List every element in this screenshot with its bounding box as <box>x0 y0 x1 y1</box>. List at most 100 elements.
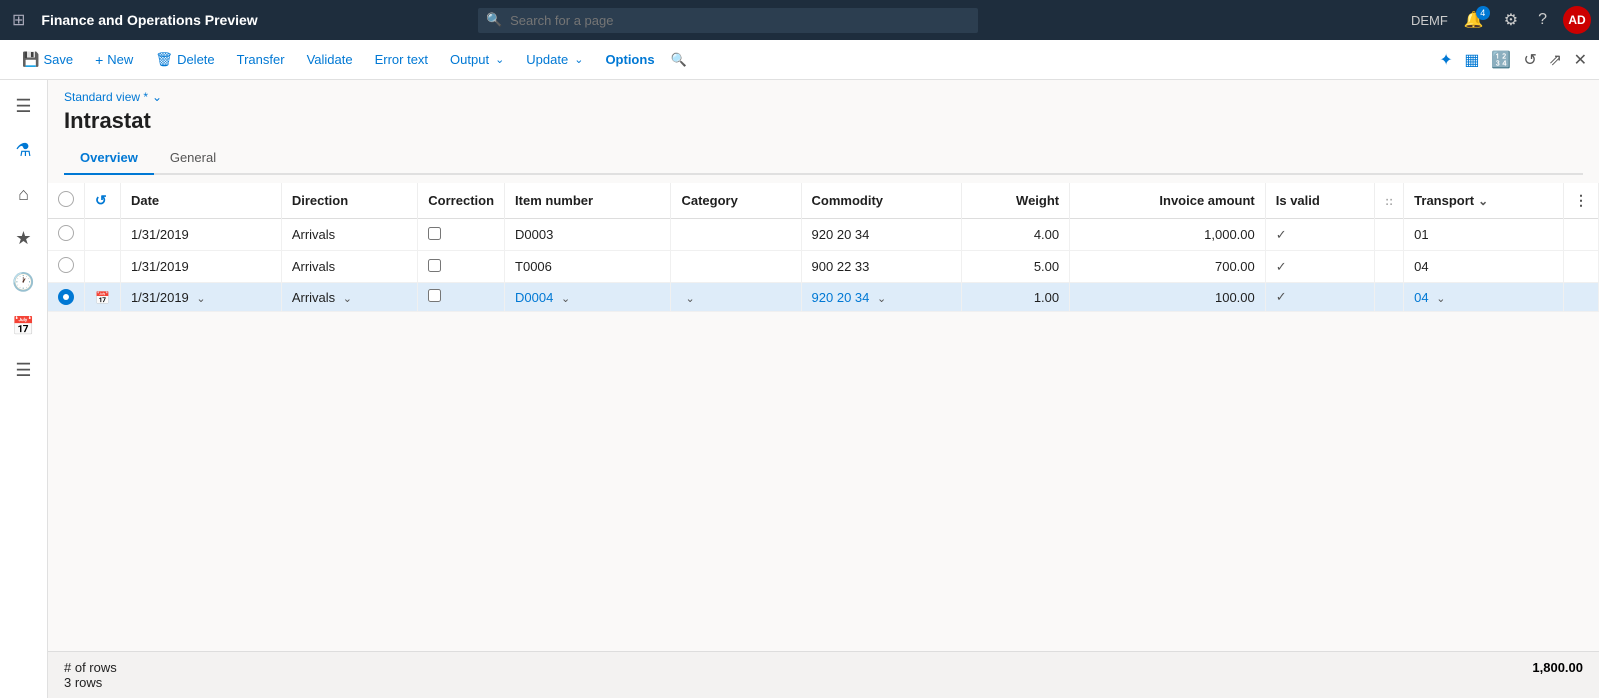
transport-sort-icon[interactable]: ⌄ <box>1478 194 1488 208</box>
col-item-number[interactable]: Item number <box>505 183 671 219</box>
row1-date: 1/31/2019 <box>120 219 281 251</box>
col-date[interactable]: Date <box>120 183 281 219</box>
row1-selector-cell[interactable] <box>48 219 85 251</box>
row3-direction-dropdown[interactable]: ⌄ <box>343 293 352 305</box>
tab-count-icon[interactable]: 🔢 <box>1491 52 1515 69</box>
col-item-number-resize[interactable] <box>666 183 670 218</box>
search-toolbar-icon[interactable]: 🔍 <box>671 52 687 68</box>
col-date-resize[interactable] <box>277 183 281 218</box>
row2-refresh-cell <box>85 251 121 283</box>
new-button[interactable]: + New <box>85 48 143 72</box>
row2-radio[interactable] <box>58 257 74 273</box>
row1-weight: 4.00 <box>962 219 1070 251</box>
row3-commodity-dropdown[interactable]: ⌄ <box>877 293 886 305</box>
col-transport[interactable]: Transport ⌄ <box>1404 183 1564 219</box>
col-invoice-resize[interactable] <box>1261 183 1265 218</box>
row2-transport-drag <box>1375 251 1404 283</box>
grid-view-icon[interactable]: ▦ <box>1464 52 1479 69</box>
col-weight-resize[interactable] <box>1065 183 1069 218</box>
row2-transport: 04 <box>1404 251 1564 283</box>
footer-total: 1,800.00 <box>1532 660 1583 675</box>
column-more-icon[interactable]: ⋮ <box>1574 192 1588 208</box>
row1-refresh-cell <box>85 219 121 251</box>
col-correction[interactable]: Correction <box>418 183 505 219</box>
row3-is-valid: ✓ <box>1265 283 1374 312</box>
col-is-valid-resize[interactable] <box>1370 183 1374 218</box>
validate-button[interactable]: Validate <box>297 48 363 71</box>
row3-radio[interactable] <box>58 289 74 305</box>
error-text-button[interactable]: Error text <box>365 48 438 71</box>
row3-date-dropdown[interactable]: ⌄ <box>196 293 205 305</box>
col-category[interactable]: Category <box>671 183 801 219</box>
col-is-valid[interactable]: Is valid <box>1265 183 1374 219</box>
row3-selector-cell[interactable] <box>48 283 85 312</box>
transport-drag-icon[interactable]: :: <box>1385 194 1393 208</box>
col-category-resize[interactable] <box>797 183 801 218</box>
view-selector[interactable]: Standard view * ⌄ <box>64 90 1583 104</box>
avatar[interactable]: AD <box>1563 6 1591 34</box>
col-direction-resize[interactable] <box>413 183 417 218</box>
delete-button[interactable]: 🗑 Delete <box>145 47 224 72</box>
table-area: ↺ Date Direction Correction <box>48 175 1599 651</box>
grid-menu-icon[interactable]: ⊞ <box>8 6 29 34</box>
options-button[interactable]: Options <box>595 48 664 71</box>
transfer-button[interactable]: Transfer <box>227 48 295 71</box>
output-button[interactable]: Output <box>440 48 514 71</box>
tab-general[interactable]: General <box>154 142 232 175</box>
table-row: 1/31/2019 Arrivals D0003 920 20 34 4.00 … <box>48 219 1599 251</box>
home-icon[interactable]: ⌂ <box>6 176 42 212</box>
tab-overview[interactable]: Overview <box>64 142 154 175</box>
menu-icon[interactable]: ☰ <box>6 352 42 388</box>
col-commodity-resize[interactable] <box>957 183 961 218</box>
col-correction-resize[interactable] <box>500 183 504 218</box>
settings-icon[interactable]: ⚙ <box>1500 8 1522 32</box>
row3-direction[interactable]: Arrivals ⌄ <box>281 283 417 312</box>
row3-category-dropdown[interactable]: ⌄ <box>685 293 694 305</box>
row2-commodity: 900 22 33 <box>801 251 962 283</box>
favorites-icon[interactable]: ★ <box>6 220 42 256</box>
help-icon[interactable]: ? <box>1534 9 1551 31</box>
app-title: Finance and Operations Preview <box>41 12 257 28</box>
row3-category[interactable]: ⌄ <box>671 283 801 312</box>
recent-icon[interactable]: 🕐 <box>6 264 42 300</box>
col-commodity[interactable]: Commodity <box>801 183 962 219</box>
col-transport-resize[interactable] <box>1559 183 1563 218</box>
row3-transport-dropdown[interactable]: ⌄ <box>1436 293 1445 305</box>
row1-correction-checkbox[interactable] <box>428 227 441 240</box>
refresh-column-icon[interactable]: ↺ <box>95 192 107 208</box>
row1-correction[interactable] <box>418 219 505 251</box>
close-icon[interactable]: ✕ <box>1574 52 1587 69</box>
personalize-icon[interactable]: ✦ <box>1439 52 1452 69</box>
table-header-row: ↺ Date Direction Correction <box>48 183 1599 219</box>
open-external-icon[interactable]: ⇗ <box>1549 52 1562 69</box>
view-selector-chevron: ⌄ <box>152 90 162 104</box>
row3-correction[interactable] <box>418 283 505 312</box>
col-invoice-amount[interactable]: Invoice amount <box>1070 183 1266 219</box>
refresh-page-icon[interactable]: ↺ <box>1524 52 1537 69</box>
row3-item-number-dropdown[interactable]: ⌄ <box>561 293 570 305</box>
select-all-radio[interactable] <box>58 191 74 207</box>
row3-item-number[interactable]: D0004 ⌄ <box>505 283 671 312</box>
intrastat-table: ↺ Date Direction Correction <box>48 183 1599 312</box>
search-input[interactable] <box>478 8 978 33</box>
notification-icon[interactable]: 🔔 4 <box>1460 8 1488 32</box>
col-direction[interactable]: Direction <box>281 183 417 219</box>
row2-correction-checkbox[interactable] <box>428 259 441 272</box>
row2-direction: Arrivals <box>281 251 417 283</box>
row3-calendar-icon[interactable]: 📅 <box>95 291 110 305</box>
row1-radio[interactable] <box>58 225 74 241</box>
save-button[interactable]: 💾 Save <box>12 47 83 72</box>
workspaces-icon[interactable]: 📅 <box>6 308 42 344</box>
main-content: Standard view * ⌄ Intrastat Overview Gen… <box>48 80 1599 698</box>
row3-refresh-cell[interactable]: 📅 <box>85 283 121 312</box>
row3-correction-checkbox[interactable] <box>428 289 441 302</box>
col-weight[interactable]: Weight <box>962 183 1070 219</box>
row3-commodity[interactable]: 920 20 34 ⌄ <box>801 283 962 312</box>
sidebar-collapse-icon[interactable]: ☰ <box>6 88 42 124</box>
search-icon: 🔍 <box>486 12 502 28</box>
row3-transport[interactable]: 04 ⌄ <box>1404 283 1564 312</box>
row2-selector-cell[interactable] <box>48 251 85 283</box>
row2-correction[interactable] <box>418 251 505 283</box>
update-button[interactable]: Update <box>516 48 593 71</box>
filter-sidebar-icon[interactable]: ⚗ <box>6 132 42 168</box>
